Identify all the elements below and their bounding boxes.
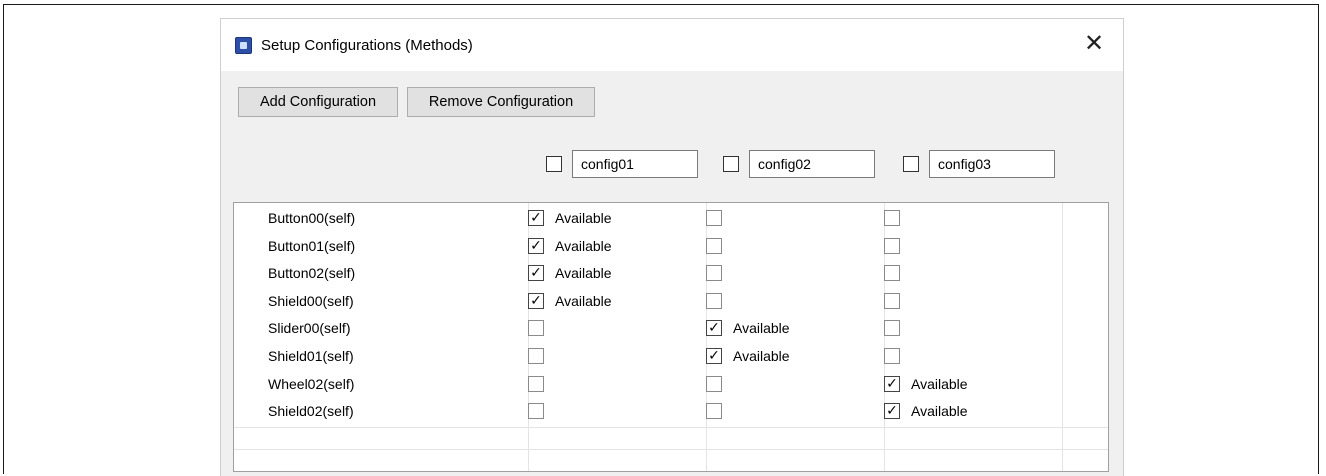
checked-checkbox[interactable]: ✓ [884,403,900,420]
config-select-checkbox[interactable] [903,156,919,172]
app-icon [235,37,252,54]
dialog-title: Setup Configurations (Methods) [261,37,473,54]
setup-configurations-dialog: Setup Configurations (Methods) ✕ Add Con… [220,18,1124,476]
table-row: Button02(self) ✓ Available [234,260,1108,287]
availability-text: Available [555,237,612,254]
table-row: Wheel02(self) ✓ Available [234,371,1108,398]
config-name-input[interactable] [929,150,1055,178]
checked-checkbox[interactable]: ✓ [706,348,722,364]
unchecked-checkbox[interactable] [706,237,722,254]
table-row: Shield00(self) ✓ Available [234,288,1108,315]
method-label: Shield00(self) [268,292,354,309]
config-select-checkbox[interactable] [546,156,562,172]
method-label: Shield01(self) [268,348,354,364]
availability-text: Available [555,210,612,226]
table-row: Button01(self) ✓ Available [234,233,1108,260]
method-label: Button00(self) [268,210,356,226]
availability-text: Available [733,348,790,364]
add-configuration-button[interactable]: Add Configuration [238,87,398,117]
unchecked-checkbox[interactable] [528,403,544,420]
checked-checkbox[interactable]: ✓ [528,237,544,254]
unchecked-checkbox[interactable] [884,348,900,364]
availability-text: Available [733,320,790,337]
checked-checkbox[interactable]: ✓ [706,320,722,337]
title-bar: Setup Configurations (Methods) ✕ [221,19,1123,71]
unchecked-checkbox[interactable] [706,292,722,309]
unchecked-checkbox[interactable] [706,403,722,420]
method-label: Shield02(self) [268,403,354,420]
row-divider [234,427,1108,428]
checked-checkbox[interactable]: ✓ [528,265,544,282]
method-label: Button01(self) [268,237,356,254]
unchecked-checkbox[interactable] [706,375,722,392]
availability-text: Available [555,292,612,309]
unchecked-checkbox[interactable] [528,348,544,364]
method-label: Wheel02(self) [268,375,355,392]
config-name-input[interactable] [572,150,698,178]
table-row: Shield01(self) ✓ Available [234,343,1108,370]
checked-checkbox[interactable]: ✓ [884,375,900,392]
row-divider [234,449,1108,450]
close-icon[interactable]: ✕ [1081,31,1107,57]
unchecked-checkbox[interactable] [706,265,722,282]
method-table: Button00(self) ✓ Available Button01(self) ✓ A… [233,202,1109,472]
unchecked-checkbox[interactable] [884,265,900,282]
table-row: Slider00(self) ✓ Available [234,315,1108,342]
checked-checkbox[interactable]: ✓ [528,292,544,309]
checked-checkbox[interactable]: ✓ [528,210,544,226]
table-row: Shield02(self) ✓ Available [234,398,1108,425]
availability-text: Available [911,403,968,420]
table-row: Button00(self) ✓ Available [234,205,1108,232]
availability-text: Available [555,265,612,282]
unchecked-checkbox[interactable] [884,210,900,226]
unchecked-checkbox[interactable] [884,237,900,254]
unchecked-checkbox[interactable] [884,320,900,337]
config-select-checkbox[interactable] [723,156,739,172]
unchecked-checkbox[interactable] [706,210,722,226]
method-label: Slider00(self) [268,320,351,337]
availability-text: Available [911,375,968,392]
remove-configuration-button[interactable]: Remove Configuration [407,87,595,117]
method-label: Button02(self) [268,265,356,282]
unchecked-checkbox[interactable] [528,375,544,392]
config-name-input[interactable] [749,150,875,178]
unchecked-checkbox[interactable] [884,292,900,309]
unchecked-checkbox[interactable] [528,320,544,337]
